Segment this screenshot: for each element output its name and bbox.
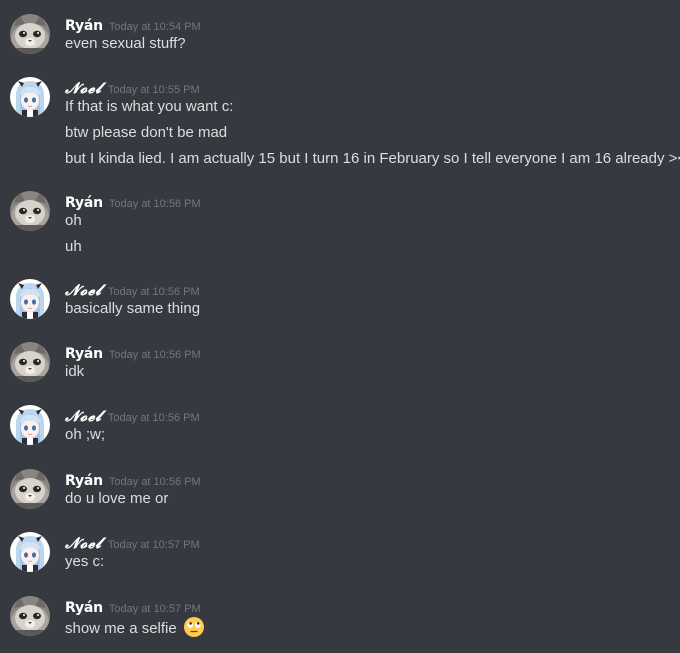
message-text: but I kinda lied. I am actually 15 but I… [65, 150, 680, 167]
anime-girl-avatar[interactable] [10, 532, 50, 572]
username[interactable]: 𝓝𝓸𝓮𝓵 [65, 407, 102, 425]
message-header: 𝓝𝓸𝓮𝓵 Today at 10:56 PM [65, 280, 200, 299]
cat-avatar[interactable] [10, 191, 50, 231]
username[interactable]: 𝓝𝓸𝓮𝓵 [65, 281, 102, 299]
message-text: show me a selfie [65, 620, 177, 637]
username[interactable]: Ryán [65, 18, 103, 34]
message-header: 𝓝𝓸𝓮𝓵 Today at 10:56 PM [65, 406, 200, 425]
cat-avatar[interactable] [10, 342, 50, 382]
timestamp: Today at 10:56 PM [108, 476, 201, 488]
message-text: uh [65, 238, 82, 255]
cat-avatar[interactable] [10, 469, 50, 509]
username[interactable]: 𝓝𝓸𝓮𝓵 [65, 79, 102, 97]
message-text: btw please don't be mad [65, 124, 228, 141]
message-header: Ryán Today at 10:57 PM [65, 597, 201, 616]
timestamp: Today at 10:55 PM [107, 84, 200, 96]
timestamp: Today at 10:56 PM [108, 198, 201, 210]
username[interactable]: Ryán [65, 346, 103, 362]
anime-girl-avatar[interactable] [10, 405, 50, 445]
face-with-rolling-eyes-emoji [183, 616, 205, 638]
message-header: 𝓝𝓸𝓮𝓵 Today at 10:55 PM [65, 78, 200, 97]
message-text: basically same thing [65, 300, 201, 317]
timestamp: Today at 10:56 PM [107, 412, 200, 424]
message-line: show me a selfie [65, 616, 205, 638]
message-text: do u love me or [65, 490, 169, 507]
timestamp: Today at 10:56 PM [107, 286, 200, 298]
username[interactable]: Ryán [65, 473, 103, 489]
anime-girl-avatar[interactable] [10, 77, 50, 117]
timestamp: Today at 10:54 PM [108, 21, 201, 33]
message-text: idk [65, 363, 85, 380]
message-text: oh ;w; [65, 426, 106, 443]
chat-messages: Ryán Today at 10:54 PM even sexual stuff?… [0, 0, 680, 653]
message-text: yes c: [65, 553, 105, 570]
message-header: Ryán Today at 10:56 PM [65, 343, 201, 362]
message-text: oh [65, 212, 82, 229]
anime-girl-avatar[interactable] [10, 279, 50, 319]
timestamp: Today at 10:56 PM [108, 349, 201, 361]
username[interactable]: Ryán [65, 195, 103, 211]
message-text: even sexual stuff? [65, 35, 186, 52]
message-text: If that is what you want c: [65, 98, 234, 115]
timestamp: Today at 10:57 PM [107, 539, 200, 551]
username[interactable]: 𝓝𝓸𝓮𝓵 [65, 534, 102, 552]
username[interactable]: Ryán [65, 600, 103, 616]
cat-avatar[interactable] [10, 596, 50, 636]
message-header: 𝓝𝓸𝓮𝓵 Today at 10:57 PM [65, 533, 200, 552]
message-header: Ryán Today at 10:56 PM [65, 192, 201, 211]
timestamp: Today at 10:57 PM [108, 603, 201, 615]
cat-avatar[interactable] [10, 14, 50, 54]
message-header: Ryán Today at 10:56 PM [65, 470, 201, 489]
message-header: Ryán Today at 10:54 PM [65, 15, 201, 34]
